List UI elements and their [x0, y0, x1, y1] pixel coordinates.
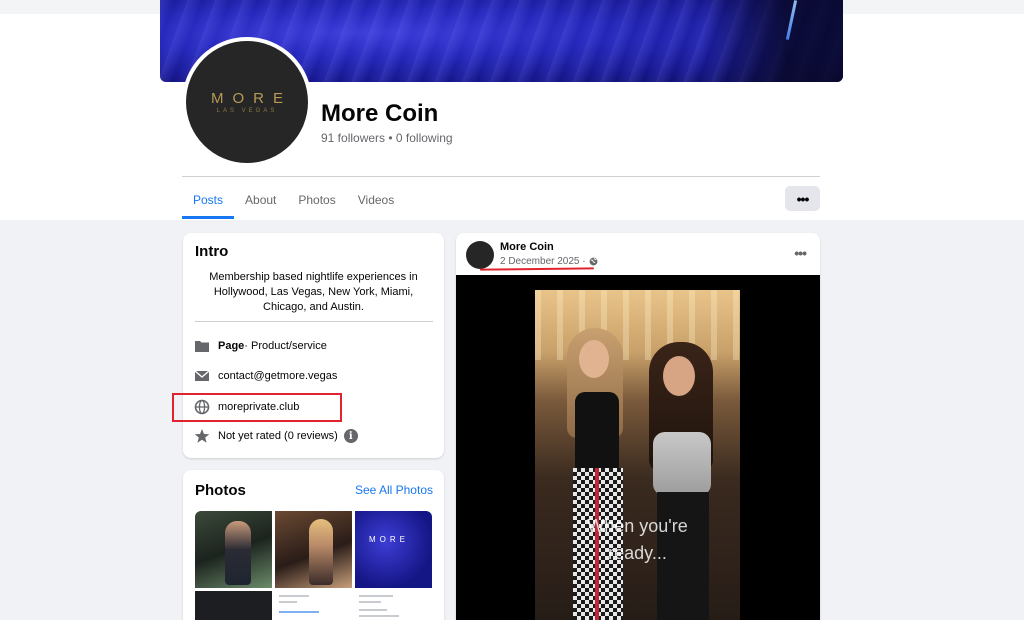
tab-about[interactable]: About: [234, 181, 287, 219]
page-category: · Product/service: [244, 340, 327, 352]
overlay-line-1: When you're: [587, 516, 688, 536]
page-title: More Coin: [321, 100, 439, 127]
photos-title: Photos: [195, 482, 246, 499]
tab-posts[interactable]: Posts: [182, 181, 235, 219]
intro-card: Intro Membership based nightlife experie…: [183, 233, 444, 458]
post-author-avatar[interactable]: [466, 241, 494, 269]
website-highlight-box: [172, 393, 342, 422]
overlay-line-2: ready...: [608, 543, 667, 563]
photo-thumbnail[interactable]: [275, 511, 352, 588]
followers-count[interactable]: 91 followers • 0 following: [321, 131, 453, 145]
envelope-icon: [194, 368, 210, 384]
photo-thumbnail[interactable]: [195, 591, 272, 620]
tab-photos[interactable]: Photos: [287, 181, 346, 219]
intro-page-category: Page · Product/service: [194, 338, 327, 354]
intro-email: contact@getmore.vegas: [194, 368, 337, 384]
page-label: Page: [218, 340, 245, 352]
profile-tabs: Posts About Photos Videos: [182, 181, 405, 219]
intro-rating: Not yet rated (0 reviews) i: [194, 428, 358, 444]
post-author-name[interactable]: More Coin: [500, 241, 554, 253]
post-date[interactable]: 2 December 2025 ·: [500, 256, 586, 267]
page-icon: [194, 338, 210, 354]
intro-divider: [195, 321, 433, 322]
thumbnail-logo: MORE: [369, 535, 409, 544]
tab-videos[interactable]: Videos: [347, 181, 405, 219]
post-more-button[interactable]: •••: [794, 245, 807, 261]
post-overlay-text: When you're ready...: [535, 513, 740, 567]
header-divider: [182, 176, 820, 177]
post-media[interactable]: When you're ready...: [456, 275, 820, 620]
rating-text: Not yet rated (0 reviews): [218, 430, 338, 442]
privacy-globe-icon: [589, 257, 598, 266]
photo-thumbnail[interactable]: [275, 591, 352, 620]
photos-card: Photos See All Photos MORE: [183, 470, 444, 620]
email-link[interactable]: contact@getmore.vegas: [218, 370, 337, 382]
photo-thumbnail[interactable]: [355, 591, 432, 620]
post-photo: [535, 290, 740, 620]
info-icon[interactable]: i: [343, 429, 358, 443]
intro-bio: Membership based nightlife experiences i…: [209, 271, 418, 313]
photo-thumbnail[interactable]: [195, 511, 272, 588]
star-icon: [194, 428, 210, 444]
avatar-logo-subtext: LAS VEGAS: [216, 108, 278, 114]
post-card: More Coin 2 December 2025 · ••• When you…: [456, 233, 820, 620]
intro-title: Intro: [195, 243, 229, 260]
post-timestamp: 2 December 2025 ·: [500, 256, 598, 267]
date-highlight-underline: [479, 267, 595, 271]
see-all-photos-link[interactable]: See All Photos: [355, 483, 433, 497]
avatar-logo-text: MORE: [211, 90, 292, 107]
profile-more-button[interactable]: •••: [785, 186, 820, 211]
photo-thumbnail[interactable]: MORE: [355, 511, 432, 588]
avatar[interactable]: MORE LAS VEGAS: [186, 41, 308, 163]
